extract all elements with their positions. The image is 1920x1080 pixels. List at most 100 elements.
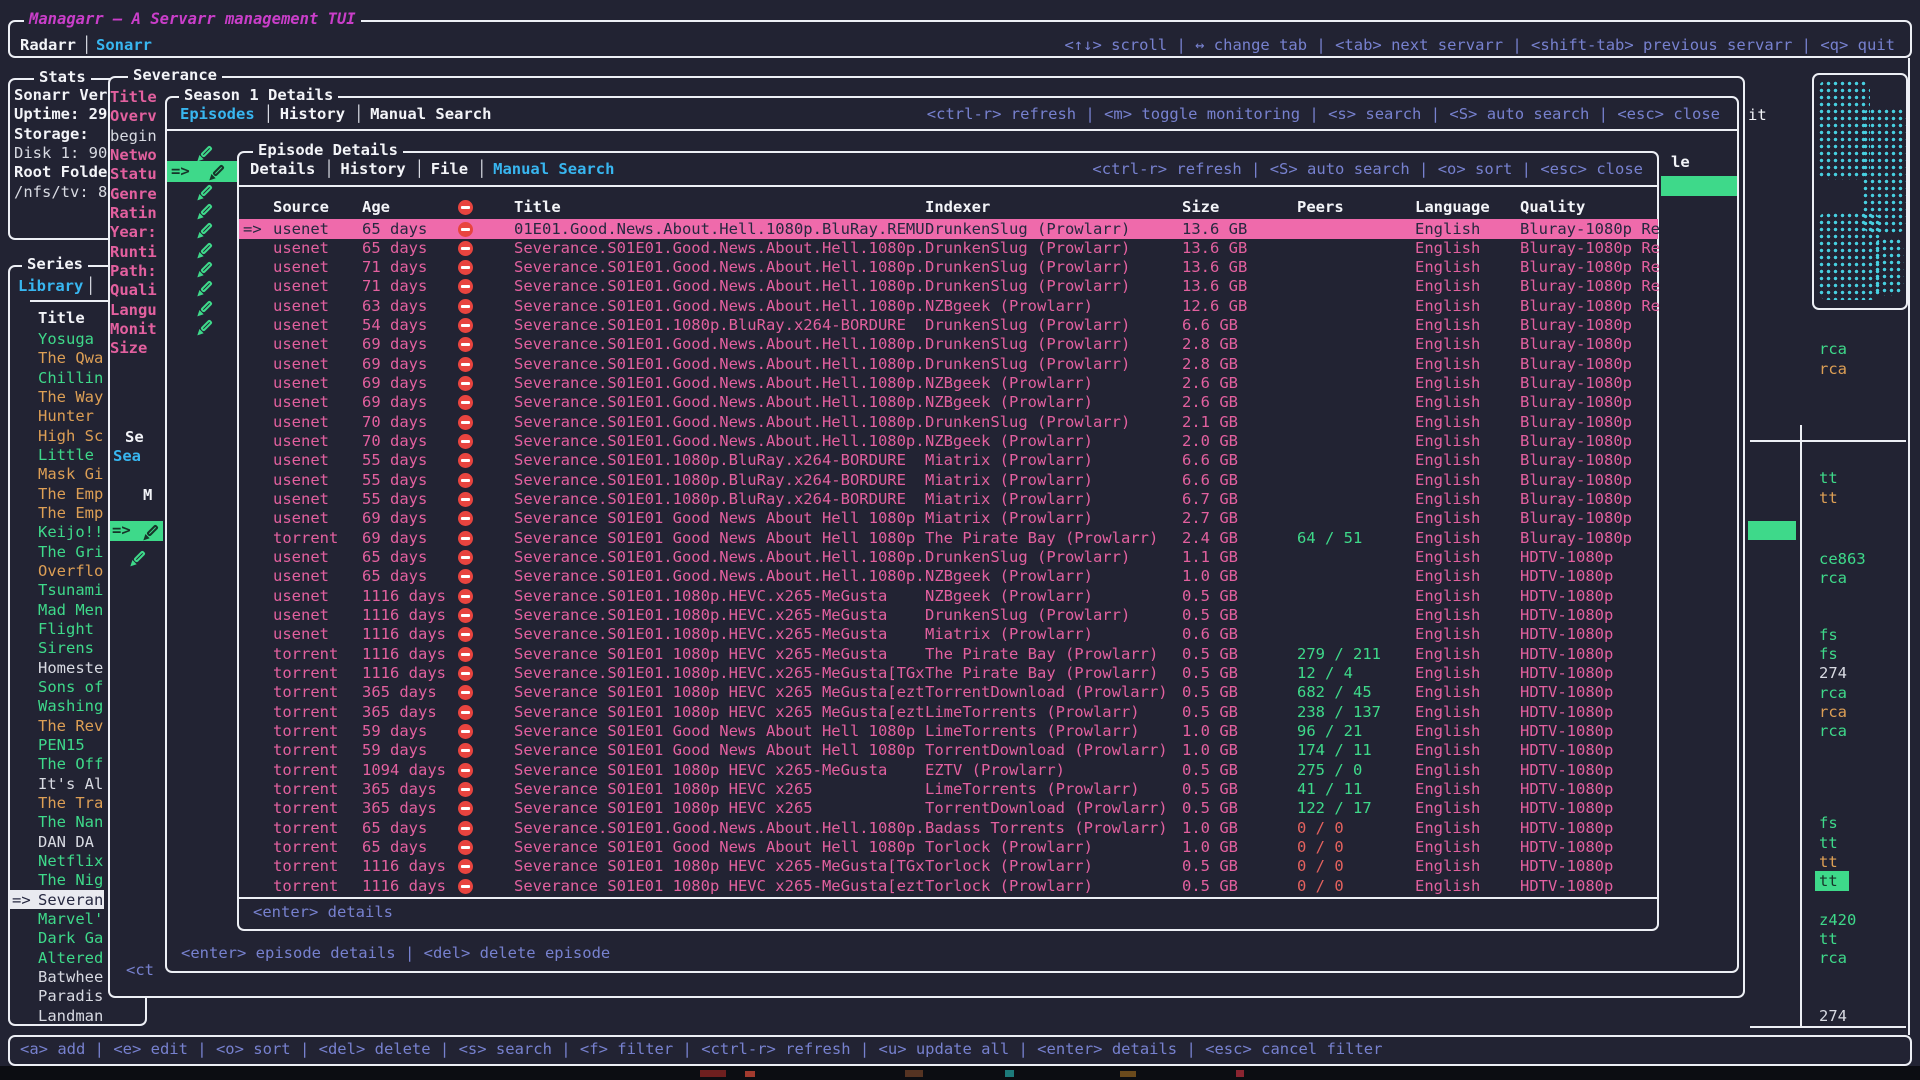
background-text-fragment: ce863	[1819, 550, 1866, 569]
series-item[interactable]: Little	[38, 446, 94, 465]
managarr-logo-dots	[1818, 212, 1880, 300]
cell-peers: 41 / 11	[1297, 780, 1362, 799]
series-item[interactable]: The Off	[38, 755, 103, 774]
tab-file[interactable]: File	[431, 160, 468, 179]
series-item[interactable]: Hunter	[38, 407, 94, 426]
series-item[interactable]: Homeste	[38, 659, 103, 678]
tab-manual-search[interactable]: Manual Search	[493, 160, 614, 179]
cell-language: English	[1415, 239, 1480, 258]
cell-age: 69 days	[362, 393, 427, 412]
series-item[interactable]: Washing	[38, 697, 103, 716]
series-item[interactable]: The Tra	[38, 794, 103, 813]
cell-source: usenet	[273, 239, 329, 258]
cell-source: usenet	[273, 258, 329, 277]
cell-size: 1.0 GB	[1182, 567, 1238, 586]
cell-language: English	[1415, 297, 1480, 316]
cell-size: 2.4 GB	[1182, 529, 1238, 548]
cell-indexer: TorrentDownload (Prowlarr)	[925, 683, 1168, 702]
cell-language: English	[1415, 606, 1480, 625]
severance-field-label: Title	[110, 88, 157, 107]
cell-indexer: LimeTorrents (Prowlarr)	[925, 780, 1140, 799]
cell-title: Severance S01E01 1080p HEVC x265 MeGusta…	[514, 703, 925, 722]
series-item[interactable]: The Qwa	[38, 349, 103, 368]
cell-indexer: Miatrix (Prowlarr)	[925, 451, 1093, 470]
series-item[interactable]: Yosuga	[38, 330, 94, 349]
cell-source: usenet	[273, 587, 329, 606]
tab-history[interactable]: History	[340, 160, 405, 179]
cell-age: 65 days	[362, 548, 427, 567]
series-item[interactable]: DAN DA	[38, 833, 94, 852]
cell-title: Severance.S01E01.Good.News.About.Hell.10…	[514, 277, 925, 296]
cell-age: 365 days	[362, 683, 437, 702]
cell-quality: Bluray-1080p Re	[1520, 277, 1660, 296]
tab-sonarr[interactable]: Sonarr	[96, 36, 152, 55]
series-item[interactable]: Sons of	[38, 678, 103, 697]
cell-size: 0.5 GB	[1182, 645, 1238, 664]
series-item[interactable]: The Nan	[38, 813, 103, 832]
cell-language: English	[1415, 799, 1480, 818]
cell-source: usenet	[273, 393, 329, 412]
cell-quality: HDTV-1080p	[1520, 838, 1613, 857]
series-item[interactable]: Sirens	[38, 639, 94, 658]
series-item[interactable]: Overflo	[38, 562, 103, 581]
tab-radarr[interactable]: Radarr	[20, 36, 76, 55]
background-text-fragment: rca	[1819, 569, 1847, 588]
episode-footer-hint: <enter> details	[253, 903, 393, 922]
severance-field-label: Overv	[110, 107, 157, 126]
cell-quality: Bluray-1080p	[1520, 451, 1632, 470]
tab-details[interactable]: Details	[250, 160, 315, 179]
series-item[interactable]: PEN15	[38, 736, 85, 755]
cell-quality: HDTV-1080p	[1520, 683, 1613, 702]
series-item[interactable]: Mask Gi	[38, 465, 103, 484]
cell-size: 1.0 GB	[1182, 722, 1238, 741]
selection-marker: =>	[112, 521, 131, 540]
series-item[interactable]: The Emp	[38, 504, 103, 523]
no-entry-icon	[458, 840, 473, 855]
series-item[interactable]: Keijo!!	[38, 523, 103, 542]
cell-title: Severance.S01E01.Good.News.About.Hell.10…	[514, 548, 925, 567]
tab-manual-search[interactable]: Manual Search	[370, 105, 491, 124]
series-item[interactable]: Flight	[38, 620, 94, 639]
series-item[interactable]: The Rev	[38, 717, 103, 736]
cell-quality: HDTV-1080p	[1520, 645, 1613, 664]
series-item[interactable]: High Sc	[38, 427, 103, 446]
season-tabs-separator	[167, 129, 1737, 131]
tab-library[interactable]: Library	[18, 277, 83, 296]
stats-panel-title: Stats	[34, 68, 91, 87]
series-item[interactable]: The Nig	[38, 871, 103, 890]
series-item[interactable]: Dark Ga	[38, 929, 103, 948]
cell-title: Severance S01E01 Good News About Hell 10…	[514, 838, 915, 857]
series-item[interactable]: Tsunami	[38, 581, 103, 600]
series-item[interactable]: Altered	[38, 949, 103, 968]
series-item[interactable]: Batwhee	[38, 968, 103, 987]
series-item[interactable]: Paradis	[38, 987, 103, 1006]
series-item[interactable]: The Way	[38, 388, 103, 407]
series-item[interactable]: Mad Men	[38, 601, 103, 620]
background-text-fragment: M	[143, 486, 152, 505]
cell-size: 6.6 GB	[1182, 451, 1238, 470]
series-item[interactable]: Chillin	[38, 369, 103, 388]
cell-language: English	[1415, 355, 1480, 374]
cell-language: English	[1415, 374, 1480, 393]
series-item[interactable]: It's Al	[38, 775, 103, 794]
cell-age: 1116 days	[362, 587, 446, 606]
background-window-border	[1750, 440, 1906, 442]
cell-source: usenet	[273, 374, 329, 393]
cell-title: 01E01.Good.News.About.Hell.1080p.BluRay.…	[514, 220, 925, 239]
cell-age: 69 days	[362, 509, 427, 528]
series-item[interactable]: Netflix	[38, 852, 103, 871]
series-item[interactable]: The Emp	[38, 485, 103, 504]
cell-title: Severance.S01E01.Good.News.About.Hell.10…	[514, 374, 925, 393]
cell-indexer: TorrentDownload (Prowlarr)	[925, 741, 1168, 760]
tab-episodes[interactable]: Episodes	[180, 105, 255, 124]
series-item[interactable]: Marvel'	[38, 910, 103, 929]
cell-age: 69 days	[362, 355, 427, 374]
cell-size: 0.5 GB	[1182, 587, 1238, 606]
series-item[interactable]: The Gri	[38, 543, 103, 562]
cell-language: English	[1415, 451, 1480, 470]
column-header-peers: Peers	[1297, 198, 1344, 217]
tab-history[interactable]: History	[280, 105, 345, 124]
series-item[interactable]: Landman	[38, 1007, 103, 1026]
background-text-fragment: tt	[1819, 489, 1838, 508]
cell-source: torrent	[273, 838, 338, 857]
